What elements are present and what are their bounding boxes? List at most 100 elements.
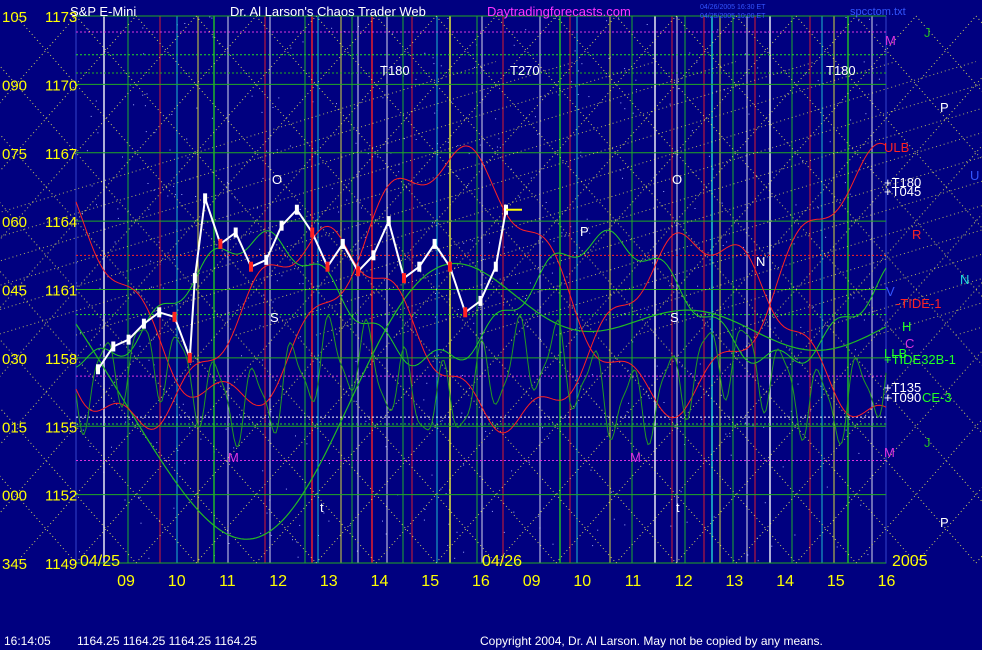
star-dot <box>697 285 699 287</box>
star-dot <box>865 113 867 115</box>
star-dot <box>686 521 688 523</box>
star-dot <box>241 355 242 357</box>
star-dot <box>793 243 795 245</box>
y-tick-degree: 015 <box>2 419 27 436</box>
star-dot <box>95 100 97 102</box>
price-bar <box>203 193 208 204</box>
star-dot <box>211 117 213 119</box>
in-chart-marker: M <box>630 450 641 465</box>
x-tick-hour: 11 <box>219 573 236 590</box>
star-dot <box>763 426 765 428</box>
star-dot <box>360 207 362 209</box>
star-dot <box>433 63 435 65</box>
right-side-label: ULB <box>884 140 909 155</box>
star-dot <box>306 443 308 445</box>
star-dot <box>173 259 175 260</box>
star-dot <box>548 437 550 439</box>
star-dot <box>158 241 160 243</box>
right-side-label: J <box>924 25 931 40</box>
instrument-label: S&P E-Mini <box>70 4 136 19</box>
star-dot <box>124 499 126 501</box>
star-dot <box>622 177 623 179</box>
star-dot <box>272 301 274 303</box>
star-dot <box>338 211 340 213</box>
price-bar <box>187 352 192 363</box>
star-dot <box>456 531 458 533</box>
star-dot <box>296 541 298 543</box>
star-dot <box>632 112 634 114</box>
price-bar <box>249 261 253 272</box>
star-dot <box>435 293 436 294</box>
top-cycle-mark: T180 <box>826 63 856 78</box>
star-dot <box>467 185 469 186</box>
star-dot <box>646 309 648 311</box>
star-dot <box>800 326 802 328</box>
star-dot <box>482 258 484 260</box>
star-dot <box>759 95 760 97</box>
star-dot <box>454 557 456 559</box>
star-dot <box>423 519 425 521</box>
star-dot <box>181 194 183 195</box>
price-bar <box>325 261 330 272</box>
star-dot <box>233 447 235 449</box>
y-tick-degree: 030 <box>2 351 27 368</box>
star-dot <box>624 108 626 110</box>
star-dot <box>561 232 563 234</box>
star-dot <box>503 531 505 533</box>
star-dot <box>863 319 865 321</box>
star-dot <box>597 529 599 531</box>
star-dot <box>817 80 819 82</box>
star-dot <box>434 316 436 318</box>
star-dot <box>748 113 750 115</box>
star-dot <box>90 115 92 117</box>
star-dot <box>262 470 264 472</box>
in-chart-marker: O <box>272 172 282 187</box>
star-dot <box>266 512 268 514</box>
star-dot <box>496 146 498 148</box>
price-bar <box>417 261 422 272</box>
star-dot <box>817 207 819 209</box>
right-side-label: J <box>924 435 931 450</box>
star-dot <box>836 546 838 548</box>
price-bar <box>157 307 162 318</box>
star-dot <box>413 312 415 314</box>
star-dot <box>151 286 152 288</box>
quote-time: 16:14:05 <box>4 634 51 648</box>
star-dot <box>114 241 116 243</box>
right-side-label: P <box>940 100 949 115</box>
star-dot <box>456 257 458 259</box>
star-dot <box>457 145 459 147</box>
y-tick-degree: 090 <box>2 77 27 94</box>
price-bar <box>111 341 116 352</box>
star-dot <box>863 61 865 63</box>
star-dot <box>354 244 356 246</box>
in-chart-marker: M <box>228 450 239 465</box>
x-tick-hour: 12 <box>675 573 693 590</box>
star-dot <box>148 208 150 210</box>
star-dot <box>239 414 241 416</box>
star-dot <box>474 66 475 68</box>
star-dot <box>721 202 723 204</box>
star-dot <box>270 411 272 413</box>
star-dot <box>152 338 154 340</box>
star-dot <box>463 242 465 244</box>
star-dot <box>447 545 449 546</box>
price-bar <box>463 307 468 318</box>
in-chart-marker: t <box>320 500 324 515</box>
star-dot <box>299 283 301 285</box>
star-dot <box>173 507 175 509</box>
price-bar <box>172 311 177 322</box>
star-dot <box>592 545 594 547</box>
star-dot <box>648 397 650 399</box>
star-dot <box>276 280 278 282</box>
star-dot <box>398 171 400 173</box>
stamp-line-1: 04/26/2005 16:30 ET <box>700 4 766 11</box>
right-side-label: -TIDE-1 <box>896 296 942 311</box>
star-dot <box>262 359 264 361</box>
date-label-day1: 04/25 <box>80 553 120 570</box>
star-dot <box>182 403 184 405</box>
star-dot <box>552 543 554 545</box>
star-dot <box>564 235 566 237</box>
star-dot <box>169 149 171 151</box>
star-dot <box>589 232 591 234</box>
